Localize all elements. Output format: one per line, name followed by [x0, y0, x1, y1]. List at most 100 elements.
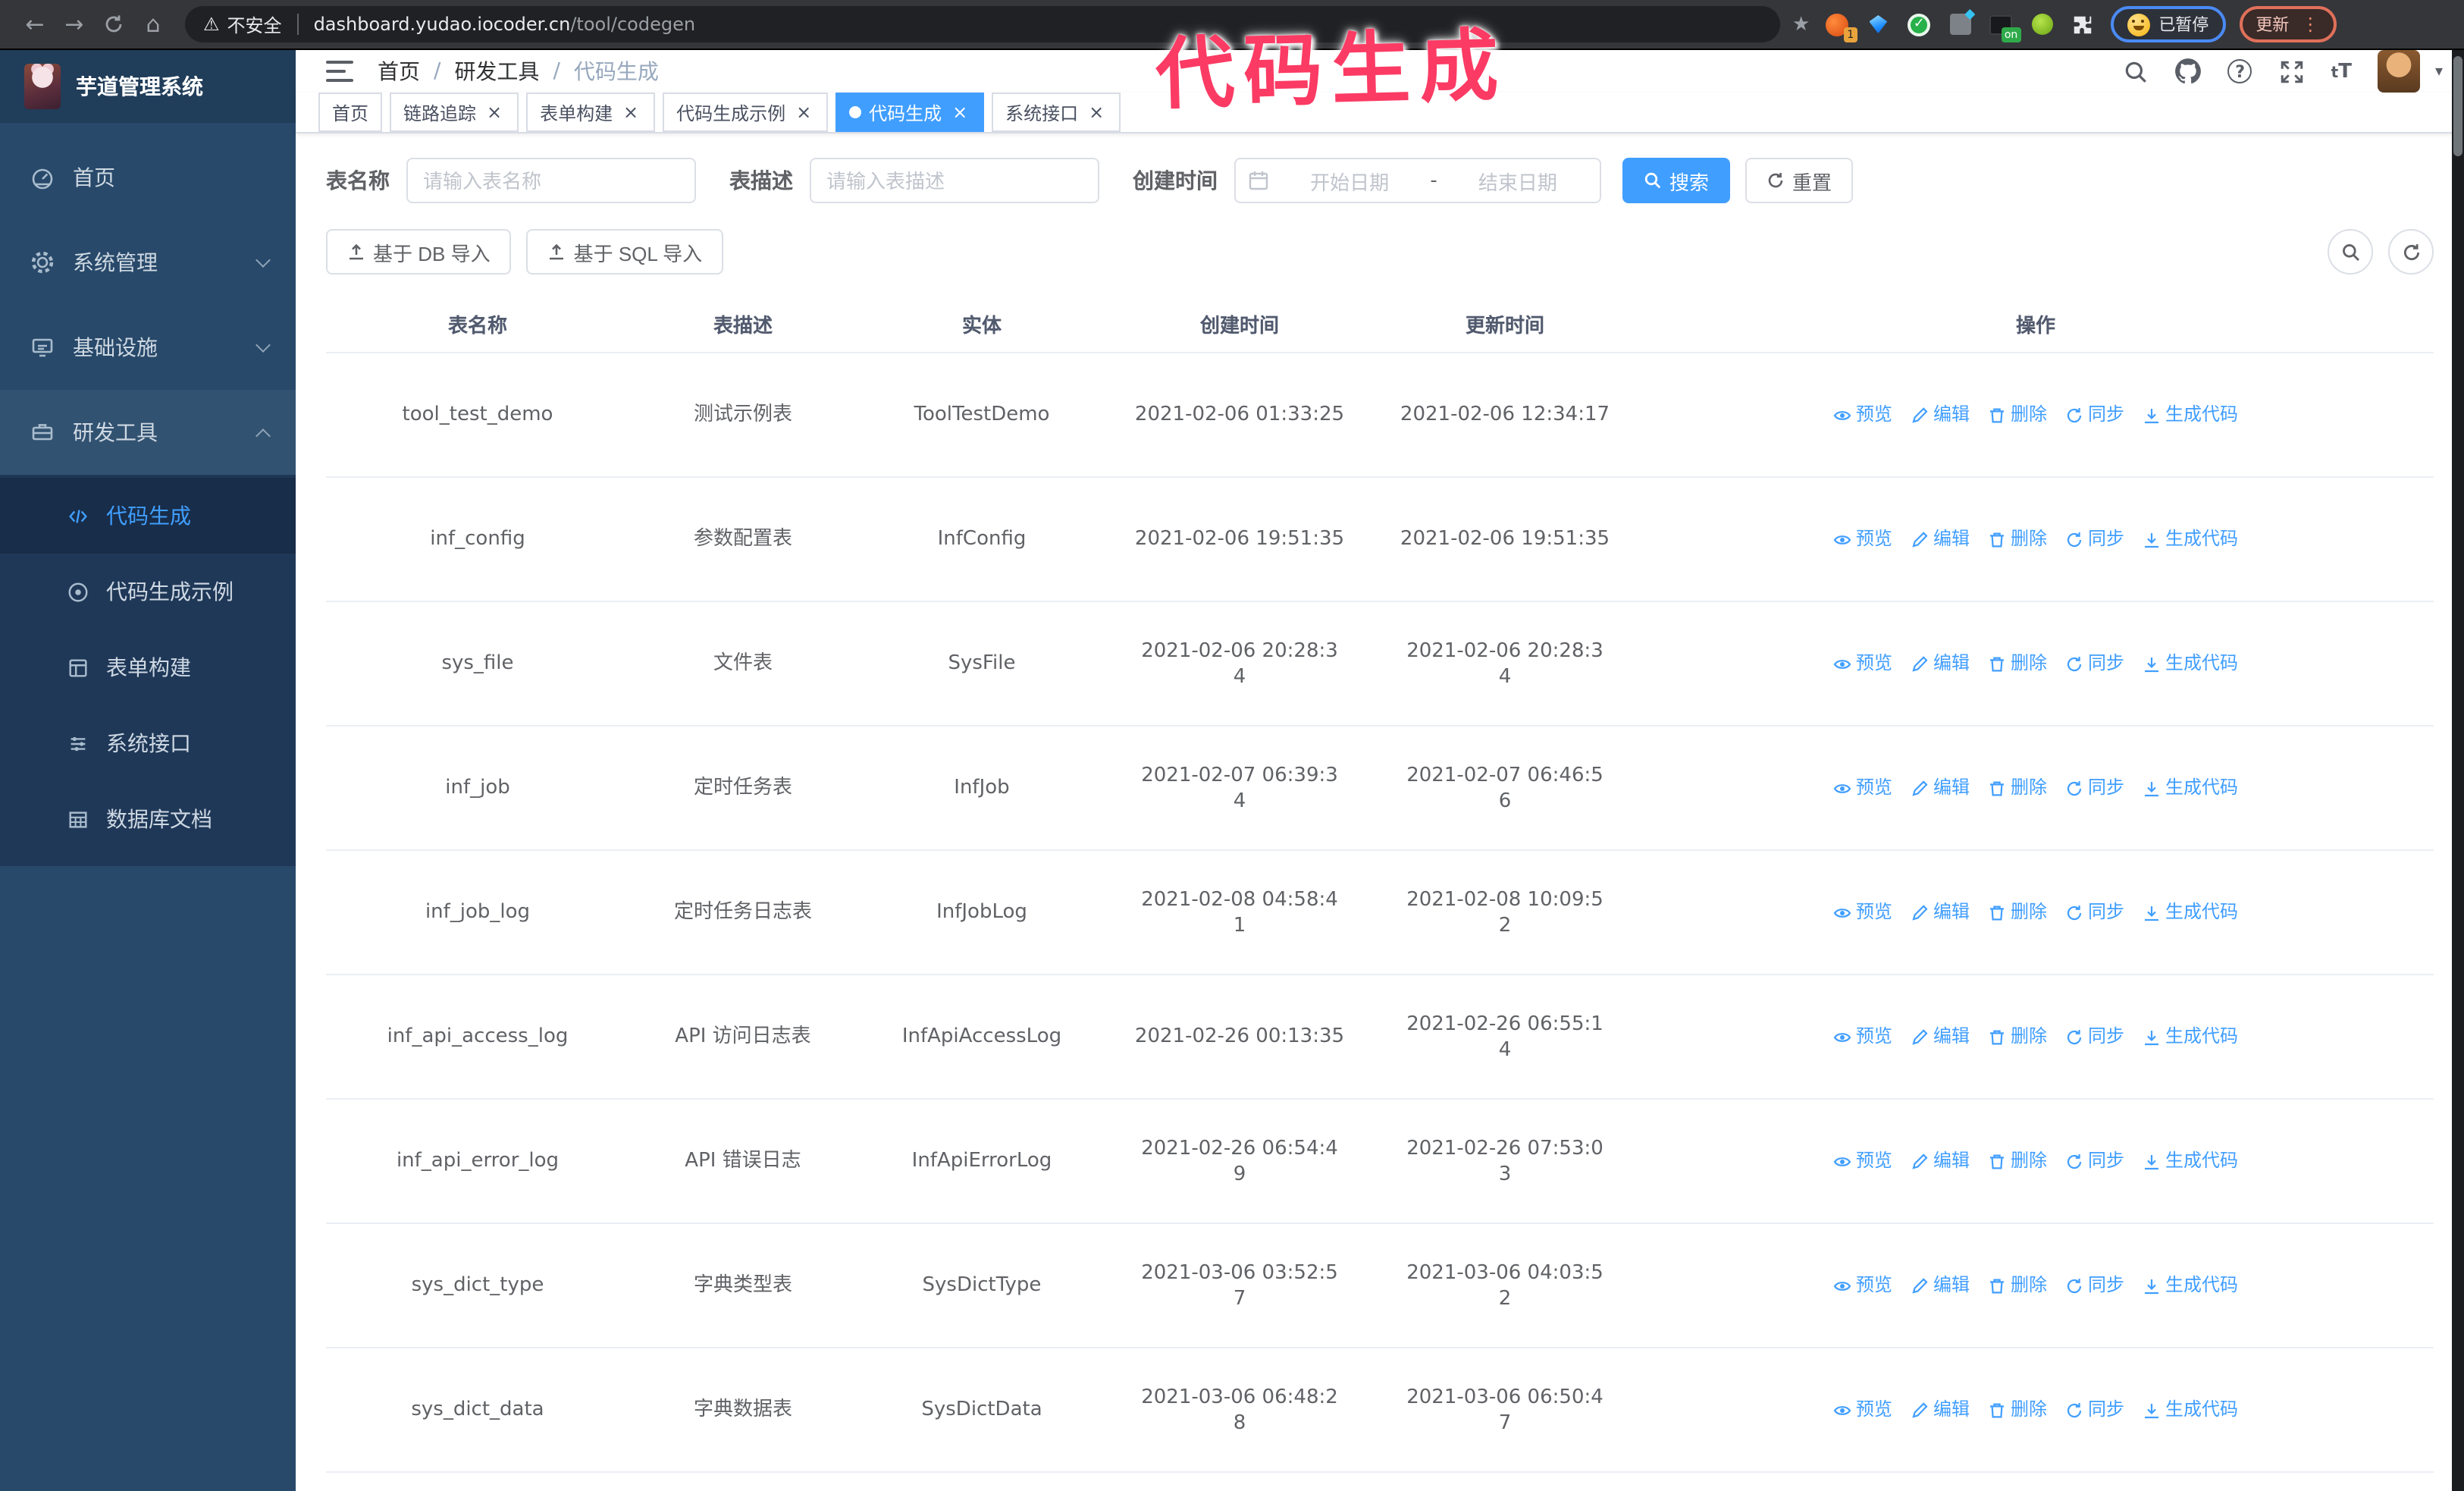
edit-link[interactable]: 编辑	[1911, 775, 1970, 801]
sync-link[interactable]: 同步	[2065, 1273, 2124, 1298]
bookmark-star-icon[interactable]: ★	[1792, 13, 1810, 36]
font-size-button[interactable]: tT	[2331, 60, 2352, 83]
tab-system-api[interactable]: 系统接口 ×	[992, 93, 1121, 132]
preview-link[interactable]: 预览	[1833, 775, 1892, 801]
search-button[interactable]: 搜索	[1622, 158, 1731, 203]
browser-home-button[interactable]: ⌂	[133, 5, 173, 44]
delete-link[interactable]: 删除	[1988, 402, 2047, 428]
delete-link[interactable]: 删除	[1988, 526, 2047, 552]
close-icon[interactable]: ×	[793, 102, 814, 123]
sidebar-item-system[interactable]: 系统管理	[0, 220, 296, 305]
close-icon[interactable]: ×	[484, 102, 505, 123]
sync-link[interactable]: 同步	[2065, 402, 2124, 428]
sync-link[interactable]: 同步	[2065, 775, 2124, 801]
github-link[interactable]	[2175, 58, 2202, 85]
browser-reload-button[interactable]	[94, 5, 133, 44]
delete-link[interactable]: 删除	[1988, 775, 2047, 801]
sidebar-item-infrastructure[interactable]: 基础设施	[0, 305, 296, 390]
fullscreen-button[interactable]	[2278, 58, 2306, 85]
delete-link[interactable]: 删除	[1988, 1273, 2047, 1298]
end-date-placeholder[interactable]: 结束日期	[1448, 166, 1588, 195]
preview-link[interactable]: 预览	[1833, 1397, 1892, 1423]
generate-code-link[interactable]: 生成代码	[2143, 1273, 2238, 1298]
generate-code-link[interactable]: 生成代码	[2143, 1148, 2238, 1174]
generate-code-link[interactable]: 生成代码	[2143, 775, 2238, 801]
generate-code-link[interactable]: 生成代码	[2143, 526, 2238, 552]
table-desc-input[interactable]	[810, 158, 1099, 203]
sync-link[interactable]: 同步	[2065, 1024, 2124, 1050]
edit-link[interactable]: 编辑	[1911, 651, 1970, 676]
edit-link[interactable]: 编辑	[1911, 1397, 1970, 1423]
generate-code-link[interactable]: 生成代码	[2143, 402, 2238, 428]
tab-codegen-example[interactable]: 代码生成示例 ×	[663, 93, 829, 132]
reset-button[interactable]: 重置	[1745, 158, 1854, 203]
sidebar-item-form-builder[interactable]: 表单构建	[0, 629, 296, 705]
refresh-table-button[interactable]	[2388, 229, 2434, 275]
sidebar-item-codegen[interactable]: 代码生成	[0, 478, 296, 554]
sidebar-collapse-button[interactable]	[326, 61, 353, 82]
edit-link[interactable]: 编辑	[1911, 899, 1970, 925]
sidebar-item-system-api[interactable]: 系统接口	[0, 705, 296, 781]
extension-dark-icon[interactable]: on	[1987, 11, 2021, 42]
sync-link[interactable]: 同步	[2065, 1397, 2124, 1423]
sync-link[interactable]: 同步	[2065, 899, 2124, 925]
scrollbar-thumb[interactable]	[2453, 56, 2462, 156]
delete-link[interactable]: 删除	[1988, 651, 2047, 676]
breadcrumb-devtools[interactable]: 研发工具	[454, 56, 539, 86]
browser-back-button[interactable]: ←	[15, 5, 55, 44]
table-name-input[interactable]	[406, 158, 696, 203]
tab-form-builder[interactable]: 表单构建 ×	[526, 93, 656, 132]
close-icon[interactable]: ×	[949, 102, 970, 123]
tab-codegen[interactable]: 代码生成 ×	[835, 93, 985, 132]
preview-link[interactable]: 预览	[1833, 899, 1892, 925]
date-range-picker[interactable]: 开始日期 - 结束日期	[1234, 158, 1601, 203]
generate-code-link[interactable]: 生成代码	[2143, 1024, 2238, 1050]
help-icon[interactable]: ?	[2227, 59, 2252, 83]
start-date-placeholder[interactable]: 开始日期	[1280, 166, 1419, 195]
edit-link[interactable]: 编辑	[1911, 526, 1970, 552]
address-bar[interactable]: ⚠ 不安全 dashboard.yudao.iocoder.cn/tool/co…	[185, 6, 1780, 42]
sync-link[interactable]: 同步	[2065, 526, 2124, 552]
close-icon[interactable]: ×	[1086, 102, 1107, 123]
preview-link[interactable]: 预览	[1833, 651, 1892, 676]
import-sql-button[interactable]: 基于 SQL 导入	[526, 229, 724, 275]
header-search-button[interactable]	[2122, 58, 2149, 85]
paused-extension-pill[interactable]: 已暂停	[2110, 6, 2226, 42]
breadcrumb-home[interactable]: 首页	[378, 56, 420, 86]
edit-link[interactable]: 编辑	[1911, 1148, 1970, 1174]
edit-link[interactable]: 编辑	[1911, 1273, 1970, 1298]
sidebar-item-db-doc[interactable]: 数据库文档	[0, 781, 296, 857]
import-db-button[interactable]: 基于 DB 导入	[326, 229, 512, 275]
tab-home[interactable]: 首页	[318, 93, 383, 132]
browser-menu-icon[interactable]: ⋮	[2301, 14, 2319, 35]
extensions-puzzle-icon[interactable]	[2069, 11, 2096, 38]
delete-link[interactable]: 删除	[1988, 1397, 2047, 1423]
tab-trace[interactable]: 链路追踪 ×	[390, 93, 519, 132]
generate-code-link[interactable]: 生成代码	[2143, 899, 2238, 925]
preview-link[interactable]: 预览	[1833, 1148, 1892, 1174]
extension-adblock-icon[interactable]: 1	[1823, 11, 1857, 42]
scrollbar[interactable]	[2452, 50, 2464, 1491]
sidebar-item-codegen-example[interactable]: 代码生成示例	[0, 554, 296, 629]
delete-link[interactable]: 删除	[1988, 1148, 2047, 1174]
browser-forward-button[interactable]: →	[55, 5, 94, 44]
edit-link[interactable]: 编辑	[1911, 1024, 1970, 1050]
preview-link[interactable]: 预览	[1833, 1024, 1892, 1050]
generate-code-link[interactable]: 生成代码	[2143, 651, 2238, 676]
delete-link[interactable]: 删除	[1988, 899, 2047, 925]
show-search-button[interactable]	[2328, 229, 2373, 275]
app-logo-row[interactable]: 芋道管理系统	[0, 50, 296, 123]
extension-sliders-icon[interactable]	[1946, 11, 1973, 38]
preview-link[interactable]: 预览	[1833, 402, 1892, 428]
preview-link[interactable]: 预览	[1833, 1273, 1892, 1298]
generate-code-link[interactable]: 生成代码	[2143, 1397, 2238, 1423]
sidebar-item-devtools[interactable]: 研发工具	[0, 390, 296, 475]
extension-gem-icon[interactable]	[1864, 11, 1892, 38]
security-chip[interactable]: ⚠ 不安全	[203, 11, 282, 37]
close-icon[interactable]: ×	[620, 102, 641, 123]
extension-key-icon[interactable]	[2028, 11, 2055, 38]
extension-shield-check-icon[interactable]: ✓	[1905, 11, 1933, 38]
avatar-caret-icon[interactable]: ▾	[2435, 63, 2443, 80]
browser-update-button[interactable]: 更新 ⋮	[2239, 6, 2337, 42]
edit-link[interactable]: 编辑	[1911, 402, 1970, 428]
